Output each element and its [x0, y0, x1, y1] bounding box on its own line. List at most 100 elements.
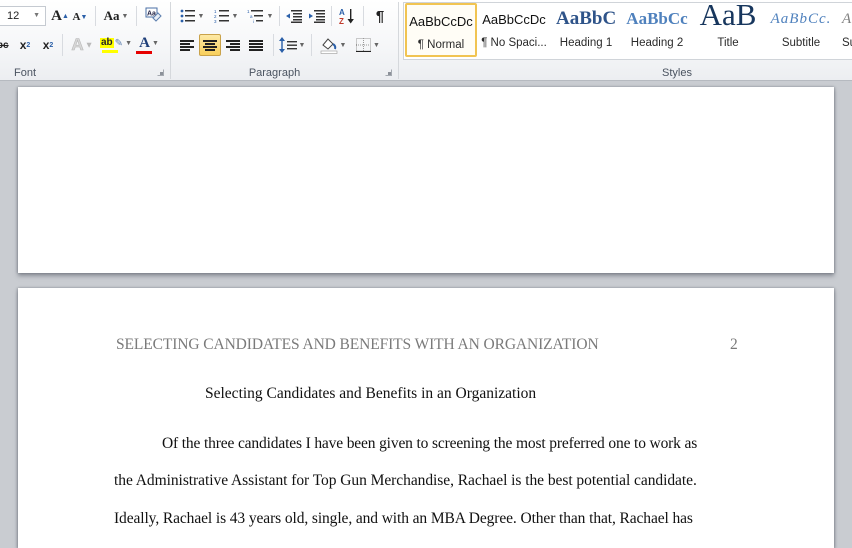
paragraph-line[interactable]: the Administrative Assistant for Top Gun… [114, 472, 697, 490]
font-color-button[interactable]: A ▼ [134, 34, 164, 56]
style-sample: A [842, 10, 852, 27]
grow-font-button[interactable]: A ▲ [50, 6, 70, 26]
style-sample: AaBbCcDc [409, 13, 473, 29]
page-number: 2 [730, 336, 738, 353]
style-label: Subtitle [781, 37, 821, 49]
style-sample: AaBbCc. [770, 10, 832, 27]
font-group-label: Font [13, 67, 36, 79]
divider [311, 34, 312, 56]
sort-button[interactable]: A Z [336, 5, 358, 27]
pen-icon: ✎ [114, 37, 124, 49]
paragraph-line[interactable]: Ideally, Rachael is 43 years old, single… [114, 510, 693, 528]
subscript-button[interactable]: x2 [15, 36, 35, 54]
style-label: ¶ Normal [417, 39, 465, 51]
style-title[interactable]: AaB Title [692, 3, 764, 57]
clear-formatting-button[interactable]: Aa [143, 5, 163, 25]
font-color-icon: A [139, 35, 150, 51]
chevron-down-icon: ▼ [298, 41, 306, 49]
style-label: Heading 2 [630, 37, 684, 49]
highlight-color-bar [102, 49, 118, 53]
superscript-button[interactable]: x2 [38, 36, 58, 54]
chevron-down-icon[interactable]: ▼ [33, 7, 40, 25]
subscript-mark: 2 [26, 41, 31, 49]
shrink-font-icon: A [72, 11, 81, 23]
paragraph-line[interactable]: Of the three candidates I have been give… [162, 435, 697, 453]
decrease-indent-icon [286, 9, 302, 23]
styles-group: AaBbCcDc ¶ Normal AaBbCcDc ¶ No Spaci...… [399, 0, 852, 81]
line-spacing-icon [278, 37, 297, 53]
chevron-down-icon: ▼ [373, 41, 380, 49]
text-effects-button[interactable]: A ▼ [68, 35, 96, 55]
svg-text:Z: Z [339, 17, 344, 25]
font-group: 12 ▼ A▲ A▼ Aa▼ Aa abc x2 x2 [0, 0, 170, 81]
change-case-icon: Aa [103, 8, 120, 23]
style-heading-2[interactable]: AaBbCc Heading 2 [621, 3, 693, 57]
pilcrow-icon: ¶ [375, 7, 385, 25]
chevron-down-icon: ▼ [266, 12, 274, 20]
justify-button[interactable] [245, 34, 267, 56]
align-right-button[interactable] [222, 34, 244, 56]
page-2[interactable]: SELECTING CANDIDATES AND BENEFITS WITH A… [18, 288, 834, 548]
style-heading-1[interactable]: AaBbC Heading 1 [550, 3, 622, 57]
superscript-mark: 2 [49, 41, 54, 49]
document-area[interactable]: SELECTING CANDIDATES AND BENEFITS WITH A… [0, 81, 852, 548]
paint-bucket-icon [320, 37, 337, 54]
style-no-spacing[interactable]: AaBbCcDc ¶ No Spaci... [478, 3, 550, 57]
paragraph-group-label: Paragraph [248, 67, 301, 79]
style-label: ¶ No Spaci... [481, 37, 547, 49]
font-size-value: 12 [7, 10, 20, 22]
multilevel-list-icon: 1 a i [247, 9, 263, 23]
style-label: Su [842, 37, 852, 49]
change-case-button[interactable]: Aa ▼ [102, 6, 130, 26]
highlight-button[interactable]: ab ✎ ▼ [100, 34, 132, 56]
clear-formatting-icon: Aa [145, 7, 162, 22]
highlight-icon: ab [100, 37, 114, 48]
numbering-button[interactable]: 1 2 3 ▼ [211, 6, 241, 26]
font-size-input[interactable]: 12 ▼ [0, 6, 46, 26]
document-title[interactable]: Selecting Candidates and Benefits in an … [205, 385, 536, 403]
divider [95, 6, 96, 26]
paragraph-group: ▼ 1 2 3 ▼ 1 a i ▼ A Z ¶ ▼ ▼ ▼ Paragraph [171, 0, 398, 81]
style-label: Title [717, 37, 739, 49]
show-formatting-marks-button[interactable]: ¶ [370, 5, 390, 27]
style-sample: AaBbCcDc [482, 11, 546, 27]
align-right-icon [226, 39, 240, 52]
strikethrough-button[interactable]: abc [0, 36, 12, 54]
svg-text:3: 3 [214, 19, 217, 23]
chevron-down-icon: ▼ [151, 39, 159, 47]
align-center-button[interactable] [199, 34, 221, 56]
page-1[interactable] [18, 87, 834, 273]
grow-font-icon: A [51, 7, 62, 24]
increase-indent-button[interactable] [307, 6, 327, 26]
running-header[interactable]: SELECTING CANDIDATES AND BENEFITS WITH A… [116, 336, 599, 354]
borders-icon [356, 38, 372, 52]
increase-indent-icon [309, 9, 325, 23]
chevron-down-icon: ▼ [125, 39, 132, 47]
divider [136, 6, 137, 26]
ribbon: 12 ▼ A▲ A▼ Aa▼ Aa abc x2 x2 [0, 0, 852, 81]
divider [273, 34, 274, 56]
bullets-icon [180, 9, 195, 23]
decrease-indent-button[interactable] [284, 6, 304, 26]
align-left-icon [180, 39, 194, 52]
chevron-down-icon: ▼ [197, 12, 205, 20]
shrink-font-button[interactable]: A ▼ [71, 8, 89, 26]
style-sample: AaBbC [556, 8, 617, 29]
style-sample: AaBbCc [626, 9, 688, 28]
style-subtitle[interactable]: AaBbCc. Subtitle [765, 3, 837, 57]
strikethrough-icon: abc [0, 39, 9, 51]
shading-button[interactable]: ▼ [317, 34, 349, 56]
paragraph-dialog-launcher[interactable] [385, 69, 392, 76]
line-spacing-button[interactable]: ▼ [278, 34, 306, 56]
bullets-button[interactable]: ▼ [177, 6, 207, 26]
style-normal[interactable]: AaBbCcDc ¶ Normal [405, 3, 477, 57]
divider [62, 34, 63, 56]
style-subtle-emphasis[interactable]: A Su [838, 3, 852, 57]
borders-button[interactable]: ▼ [352, 34, 384, 56]
font-dialog-launcher[interactable] [157, 69, 164, 76]
divider [279, 6, 280, 26]
superscript-icon: x [42, 38, 50, 52]
align-left-button[interactable] [176, 34, 198, 56]
multilevel-list-button[interactable]: 1 a i ▼ [245, 6, 275, 26]
chevron-down-icon: ▼ [231, 12, 239, 20]
